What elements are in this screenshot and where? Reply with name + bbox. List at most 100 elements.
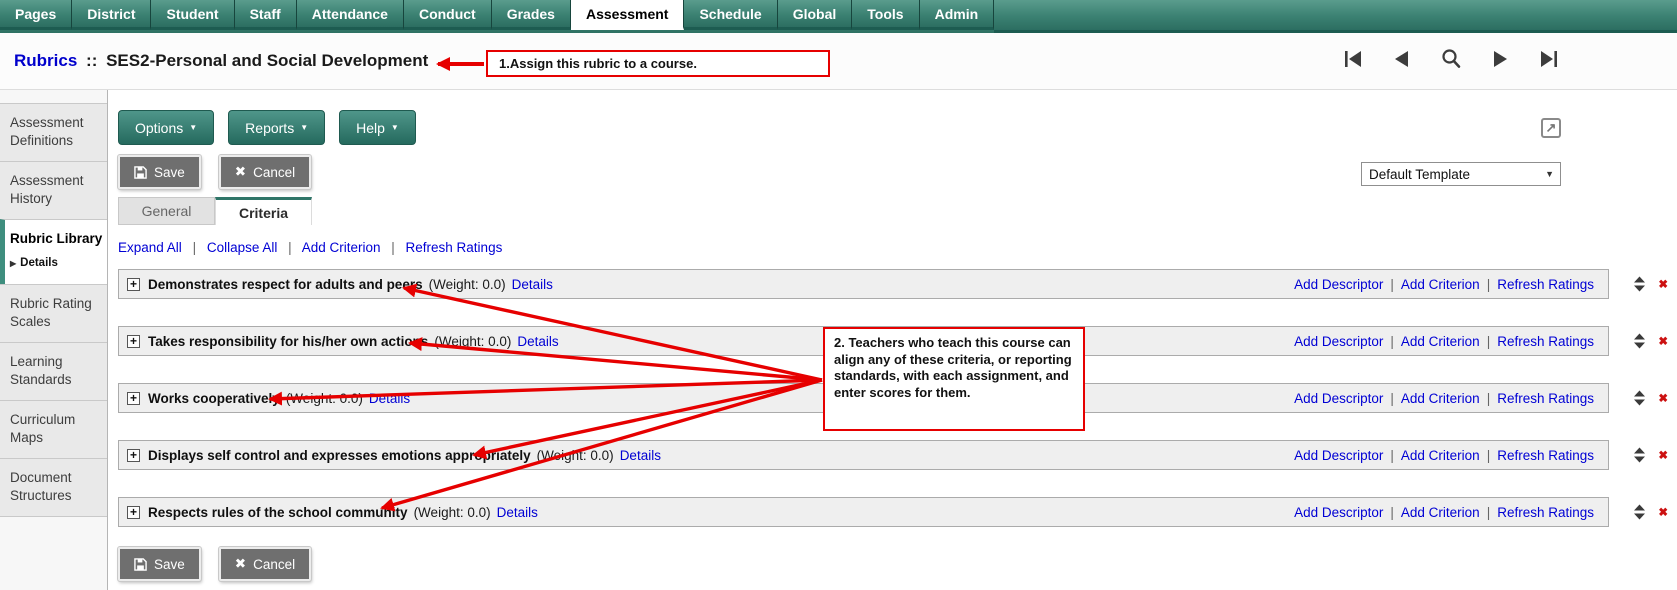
collapse-all-link[interactable]: Collapse All	[207, 240, 278, 255]
next-record-icon[interactable]	[1489, 48, 1511, 70]
refresh-ratings-link[interactable]: Refresh Ratings	[1497, 277, 1594, 292]
help-label: Help	[356, 120, 385, 136]
nav-tab-district[interactable]: District	[72, 0, 151, 30]
nav-tab-global[interactable]: Global	[778, 0, 853, 30]
previous-record-icon[interactable]	[1391, 48, 1413, 70]
help-button[interactable]: Help ▼	[339, 110, 416, 145]
cancel-label: Cancel	[253, 557, 295, 572]
add-criterion-link[interactable]: Add Criterion	[1401, 277, 1480, 292]
reorder-arrows-icon[interactable]	[1634, 391, 1645, 406]
sidebar-item-rubric-library[interactable]: Rubric Library ▶ Details	[0, 219, 107, 284]
criterion-name: Displays self control and expresses emot…	[148, 448, 531, 463]
sidebar: Assessment Definitions Assessment Histor…	[0, 90, 108, 590]
cancel-button[interactable]: ✖ Cancel	[219, 155, 311, 189]
options-button[interactable]: Options ▼	[118, 110, 214, 145]
delete-x-icon[interactable]: ✖	[1658, 277, 1668, 291]
template-select[interactable]: Default Template ▼	[1361, 162, 1561, 186]
reorder-arrows-icon[interactable]	[1634, 277, 1645, 292]
refresh-ratings-link[interactable]: Refresh Ratings	[1497, 505, 1594, 520]
nav-tab-admin[interactable]: Admin	[920, 0, 995, 30]
last-record-icon[interactable]	[1538, 48, 1560, 70]
nav-tab-staff[interactable]: Staff	[235, 0, 297, 30]
criterion-row: + Respects rules of the school community…	[118, 497, 1677, 527]
separator: |	[1390, 334, 1394, 349]
separator: |	[1390, 391, 1394, 406]
refresh-ratings-link[interactable]: Refresh Ratings	[1497, 448, 1594, 463]
plus-expand-icon[interactable]: +	[127, 449, 140, 462]
separator: |	[1487, 505, 1491, 520]
criterion-name: Takes responsibility for his/her own act…	[148, 334, 428, 349]
breadcrumb: Rubrics :: SES2-Personal and Social Deve…	[14, 51, 428, 71]
breadcrumb-separator: ::	[82, 51, 101, 70]
plus-expand-icon[interactable]: +	[127, 278, 140, 291]
nav-tab-schedule[interactable]: Schedule	[684, 0, 777, 30]
chevron-down-icon: ▼	[391, 123, 399, 132]
reports-button[interactable]: Reports ▼	[228, 110, 325, 145]
annotation-step1: 1.Assign this rubric to a course.	[486, 50, 830, 77]
nav-tab-assessment[interactable]: Assessment	[571, 0, 685, 30]
add-descriptor-link[interactable]: Add Descriptor	[1294, 505, 1383, 520]
sidebar-item-assessment-definitions[interactable]: Assessment Definitions	[0, 103, 107, 161]
details-link[interactable]: Details	[620, 448, 661, 463]
module-link[interactable]: Rubrics	[14, 51, 77, 70]
cancel-button-bottom[interactable]: ✖ Cancel	[219, 547, 311, 581]
nav-tab-grades[interactable]: Grades	[492, 0, 571, 30]
delete-x-icon[interactable]: ✖	[1658, 334, 1668, 348]
add-descriptor-link[interactable]: Add Descriptor	[1294, 448, 1383, 463]
nav-tab-student[interactable]: Student	[151, 0, 234, 30]
add-descriptor-link[interactable]: Add Descriptor	[1294, 391, 1383, 406]
expand-window-icon[interactable]: ↗	[1541, 118, 1561, 138]
add-criterion-link[interactable]: Add Criterion	[1401, 391, 1480, 406]
details-link[interactable]: Details	[497, 505, 538, 520]
details-link[interactable]: Details	[369, 391, 410, 406]
details-link[interactable]: Details	[512, 277, 553, 292]
search-icon[interactable]	[1440, 48, 1462, 70]
refresh-ratings-link[interactable]: Refresh Ratings	[406, 240, 503, 255]
tab-criteria[interactable]: Criteria	[215, 197, 312, 225]
page-title: SES2-Personal and Social Development	[106, 51, 428, 70]
delete-x-icon[interactable]: ✖	[1658, 391, 1668, 405]
criterion-row: + Demonstrates respect for adults and pe…	[118, 269, 1677, 299]
expand-all-link[interactable]: Expand All	[118, 240, 182, 255]
separator: |	[1487, 448, 1491, 463]
add-criterion-link[interactable]: Add Criterion	[1401, 448, 1480, 463]
nav-tab-tools[interactable]: Tools	[852, 0, 919, 30]
add-criterion-link[interactable]: Add Criterion	[1401, 334, 1480, 349]
criterion-weight: (Weight: 0.0)	[434, 334, 511, 349]
add-descriptor-link[interactable]: Add Descriptor	[1294, 277, 1383, 292]
criterion-weight: (Weight: 0.0)	[537, 448, 614, 463]
reorder-arrows-icon[interactable]	[1634, 334, 1645, 349]
save-label: Save	[154, 165, 185, 180]
sidebar-item-curriculum-maps[interactable]: Curriculum Maps	[0, 400, 107, 458]
add-criterion-link[interactable]: Add Criterion	[302, 240, 381, 255]
floppy-disk-icon	[134, 558, 147, 571]
reorder-arrows-icon[interactable]	[1634, 448, 1645, 463]
plus-expand-icon[interactable]: +	[127, 506, 140, 519]
add-descriptor-link[interactable]: Add Descriptor	[1294, 334, 1383, 349]
refresh-ratings-link[interactable]: Refresh Ratings	[1497, 391, 1594, 406]
plus-expand-icon[interactable]: +	[127, 335, 140, 348]
sidebar-item-rubric-rating-scales[interactable]: Rubric Rating Scales	[0, 284, 107, 342]
save-button[interactable]: Save	[118, 155, 201, 189]
separator: |	[1487, 277, 1491, 292]
add-criterion-link[interactable]: Add Criterion	[1401, 505, 1480, 520]
sidebar-item-assessment-history[interactable]: Assessment History	[0, 161, 107, 219]
sidebar-item-learning-standards[interactable]: Learning Standards	[0, 342, 107, 400]
bulk-actions: Expand All | Collapse All | Add Criterio…	[118, 240, 1677, 255]
delete-x-icon[interactable]: ✖	[1658, 448, 1668, 462]
title-bar: Rubrics :: SES2-Personal and Social Deve…	[0, 33, 1677, 90]
nav-tab-pages[interactable]: Pages	[0, 0, 72, 30]
save-button-bottom[interactable]: Save	[118, 547, 201, 581]
details-link[interactable]: Details	[517, 334, 558, 349]
first-record-icon[interactable]	[1342, 48, 1364, 70]
tab-general[interactable]: General	[118, 197, 215, 225]
refresh-ratings-link[interactable]: Refresh Ratings	[1497, 334, 1594, 349]
sidebar-item-document-structures[interactable]: Document Structures	[0, 458, 107, 517]
annotation-step2: 2. Teachers who teach this course can al…	[823, 327, 1085, 431]
nav-tab-conduct[interactable]: Conduct	[404, 0, 492, 30]
sidebar-subitem-details[interactable]: ▶ Details	[10, 255, 103, 273]
reorder-arrows-icon[interactable]	[1634, 505, 1645, 520]
plus-expand-icon[interactable]: +	[127, 392, 140, 405]
delete-x-icon[interactable]: ✖	[1658, 505, 1668, 519]
nav-tab-attendance[interactable]: Attendance	[297, 0, 404, 30]
